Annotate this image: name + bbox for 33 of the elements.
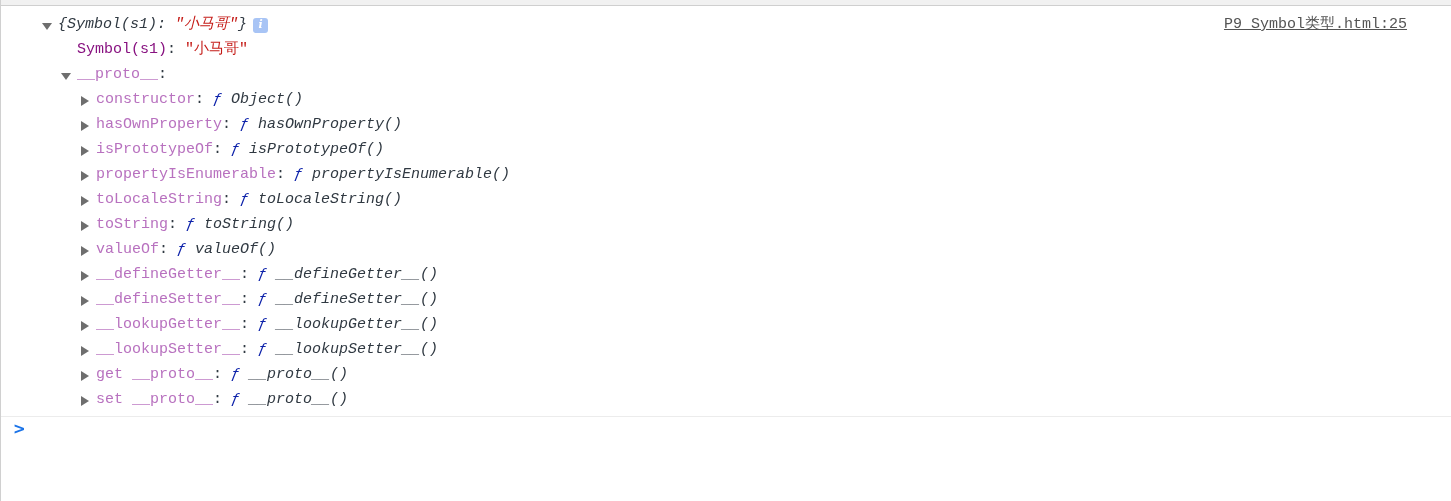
- collapsed-triangle-icon[interactable]: [80, 145, 90, 156]
- source-link[interactable]: P9_Symbol类型.html:25: [1223, 14, 1407, 37]
- property-line: __defineGetter__: ƒ __defineGetter__(): [96, 265, 439, 286]
- collapsed-triangle-icon[interactable]: [80, 120, 90, 131]
- collapsed-triangle-icon[interactable]: [80, 370, 90, 381]
- collapsed-triangle-icon[interactable]: [80, 345, 90, 356]
- property-line: __lookupGetter__: ƒ __lookupGetter__(): [96, 315, 439, 336]
- property-line: constructor: ƒ Object(): [96, 90, 304, 111]
- collapsed-triangle-icon[interactable]: [80, 220, 90, 231]
- property-line: propertyIsEnumerable: ƒ propertyIsEnumerable(): [96, 165, 511, 186]
- collapsed-triangle-icon[interactable]: [80, 270, 90, 281]
- property-line: set __proto__: ƒ __proto__(): [96, 390, 349, 411]
- property-line: valueOf: ƒ valueOf(): [96, 240, 277, 261]
- property-line: toString: ƒ toString(): [96, 215, 295, 236]
- property-line: Symbol(s1): "小马哥": [77, 39, 249, 61]
- collapsed-triangle-icon[interactable]: [80, 170, 90, 181]
- collapsed-triangle-icon[interactable]: [80, 295, 90, 306]
- property-line: get __proto__: ƒ __proto__(): [96, 365, 349, 386]
- property-line: isPrototypeOf: ƒ isPrototypeOf(): [96, 140, 385, 161]
- expanded-triangle-icon[interactable]: [61, 70, 71, 81]
- expanded-triangle-icon[interactable]: [42, 20, 52, 31]
- collapsed-triangle-icon[interactable]: [80, 395, 90, 406]
- property-line: toLocaleString: ƒ toLocaleString(): [96, 190, 403, 211]
- collapsed-triangle-icon[interactable]: [80, 245, 90, 256]
- object-preview-text: {Symbol(s1): "小马哥"}: [58, 15, 248, 36]
- property-line: __proto__:: [77, 65, 168, 86]
- property-line: __lookupSetter__: ƒ __lookupSetter__(): [96, 340, 439, 361]
- property-line: __defineSetter__: ƒ __defineSetter__(): [96, 290, 439, 311]
- prompt-icon: >: [13, 417, 26, 441]
- collapsed-triangle-icon[interactable]: [80, 195, 90, 206]
- property-line: hasOwnProperty: ƒ hasOwnProperty(): [96, 115, 403, 136]
- collapsed-triangle-icon[interactable]: [80, 95, 90, 106]
- collapsed-triangle-icon[interactable]: [80, 320, 90, 331]
